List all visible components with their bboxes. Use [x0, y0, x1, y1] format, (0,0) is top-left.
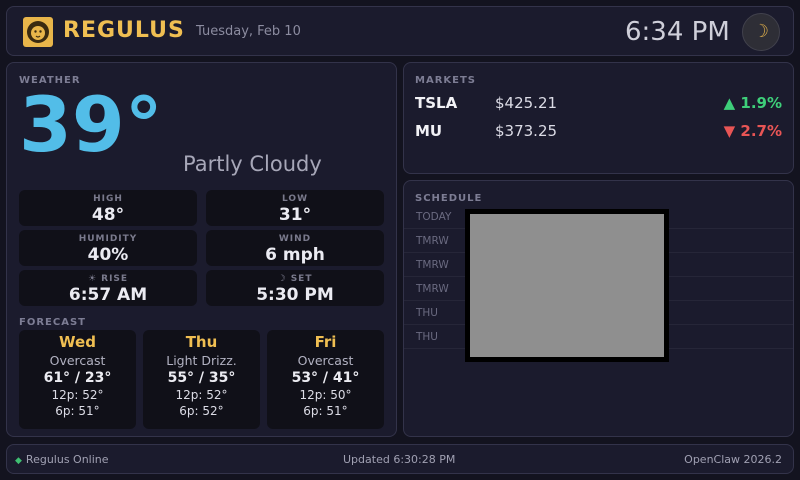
stat-value: 40%	[87, 245, 129, 265]
ticker-symbol: TSLA	[415, 94, 458, 112]
ticker-price: $425.21	[495, 94, 558, 112]
stat-value: 48°	[91, 205, 125, 225]
forecast-range: 53° / 41°	[291, 370, 360, 386]
weather-panel: WEATHER 39° Partly Cloudy HIGH 48° LOW 3…	[6, 62, 397, 437]
header-bar: REGULUS Tuesday, Feb 10 6:34 PM ☽	[6, 6, 794, 56]
current-temperature: 39°	[19, 80, 163, 169]
header-clock: 6:34 PM	[625, 17, 730, 47]
forecast-condition: Light Drizz.	[166, 353, 237, 368]
forecast-section-label: FORECAST	[19, 317, 86, 328]
schedule-day-label: THU	[416, 307, 438, 319]
stat-high: HIGH 48°	[19, 190, 197, 226]
stat-humidity: HUMIDITY 40%	[19, 230, 197, 266]
stat-label: HIGH	[93, 194, 123, 204]
stat-value: 5:30 PM	[256, 285, 334, 305]
forecast-condition: Overcast	[49, 353, 106, 368]
forecast-range: 55° / 35°	[167, 370, 236, 386]
ticker-price: $373.25	[495, 122, 558, 140]
stat-value: 6:57 AM	[68, 285, 148, 305]
last-updated: Updated 6:30:28 PM	[343, 453, 456, 466]
forecast-noon: 12p: 52°	[175, 388, 228, 402]
stat-label: HUMIDITY	[78, 234, 138, 244]
current-condition: Partly Cloudy	[183, 152, 322, 176]
forecast-day: Thu	[185, 333, 218, 351]
ticker-change-down: ▼ 2.7%	[723, 122, 782, 140]
schedule-day-label: THU	[416, 331, 438, 343]
markets-section-label: MARKETS	[415, 75, 476, 86]
stat-sunrise: ☀ RISE 6:57 AM	[19, 270, 197, 306]
market-row-tsla: TSLA $425.21 ▲ 1.9%	[404, 94, 793, 114]
market-row-mu: MU $373.25 ▼ 2.7%	[404, 122, 793, 142]
version-label: OpenClaw 2026.2	[684, 453, 782, 466]
stat-label: LOW	[282, 194, 308, 204]
stat-label: ☀ RISE	[87, 274, 129, 284]
moon-icon[interactable]: ☽	[742, 13, 780, 51]
forecast-condition: Overcast	[297, 353, 354, 368]
header-date: Tuesday, Feb 10	[196, 24, 301, 39]
schedule-day-label: TMRW	[416, 235, 449, 247]
schedule-placeholder-image	[465, 209, 669, 362]
stat-label: ☽ SET	[277, 274, 313, 284]
forecast-range: 61° / 23°	[43, 370, 112, 386]
stat-sunset: ☽ SET 5:30 PM	[206, 270, 384, 306]
forecast-day: Fri	[314, 333, 337, 351]
status-indicator: ◆ Regulus Online	[15, 453, 109, 466]
schedule-section-label: SCHEDULE	[415, 193, 483, 204]
forecast-evening: 6p: 51°	[303, 404, 348, 418]
forecast-card-thu: Thu Light Drizz. 55° / 35° 12p: 52° 6p: …	[143, 330, 260, 429]
ticker-change-up: ▲ 1.9%	[723, 94, 782, 112]
schedule-day-label: TMRW	[416, 283, 449, 295]
stat-label: WIND	[278, 234, 312, 244]
stat-value: 6 mph	[265, 245, 325, 265]
app-title: REGULUS	[63, 18, 185, 43]
forecast-noon: 12p: 50°	[299, 388, 352, 402]
stat-wind: WIND 6 mph	[206, 230, 384, 266]
markets-panel: MARKETS TSLA $425.21 ▲ 1.9% MU $373.25 ▼…	[403, 62, 794, 174]
schedule-day-label: TODAY	[416, 211, 452, 223]
ticker-symbol: MU	[415, 122, 443, 140]
stat-low: LOW 31°	[206, 190, 384, 226]
lion-logo-icon	[23, 17, 53, 47]
forecast-day: Wed	[59, 333, 96, 351]
stat-value: 31°	[278, 205, 312, 225]
status-dot-icon: ◆	[15, 456, 22, 466]
schedule-panel: SCHEDULE TODAY TMRW TMRW TMRW THU THU	[403, 180, 794, 437]
schedule-day-label: TMRW	[416, 259, 449, 271]
forecast-evening: 6p: 51°	[55, 404, 100, 418]
footer-bar: ◆ Regulus Online Updated 6:30:28 PM OpenC…	[6, 444, 794, 474]
forecast-evening: 6p: 52°	[179, 404, 224, 418]
forecast-card-fri: Fri Overcast 53° / 41° 12p: 50° 6p: 51°	[267, 330, 384, 429]
forecast-noon: 12p: 52°	[51, 388, 104, 402]
forecast-card-wed: Wed Overcast 61° / 23° 12p: 52° 6p: 51°	[19, 330, 136, 429]
status-text: Regulus Online	[25, 453, 109, 466]
